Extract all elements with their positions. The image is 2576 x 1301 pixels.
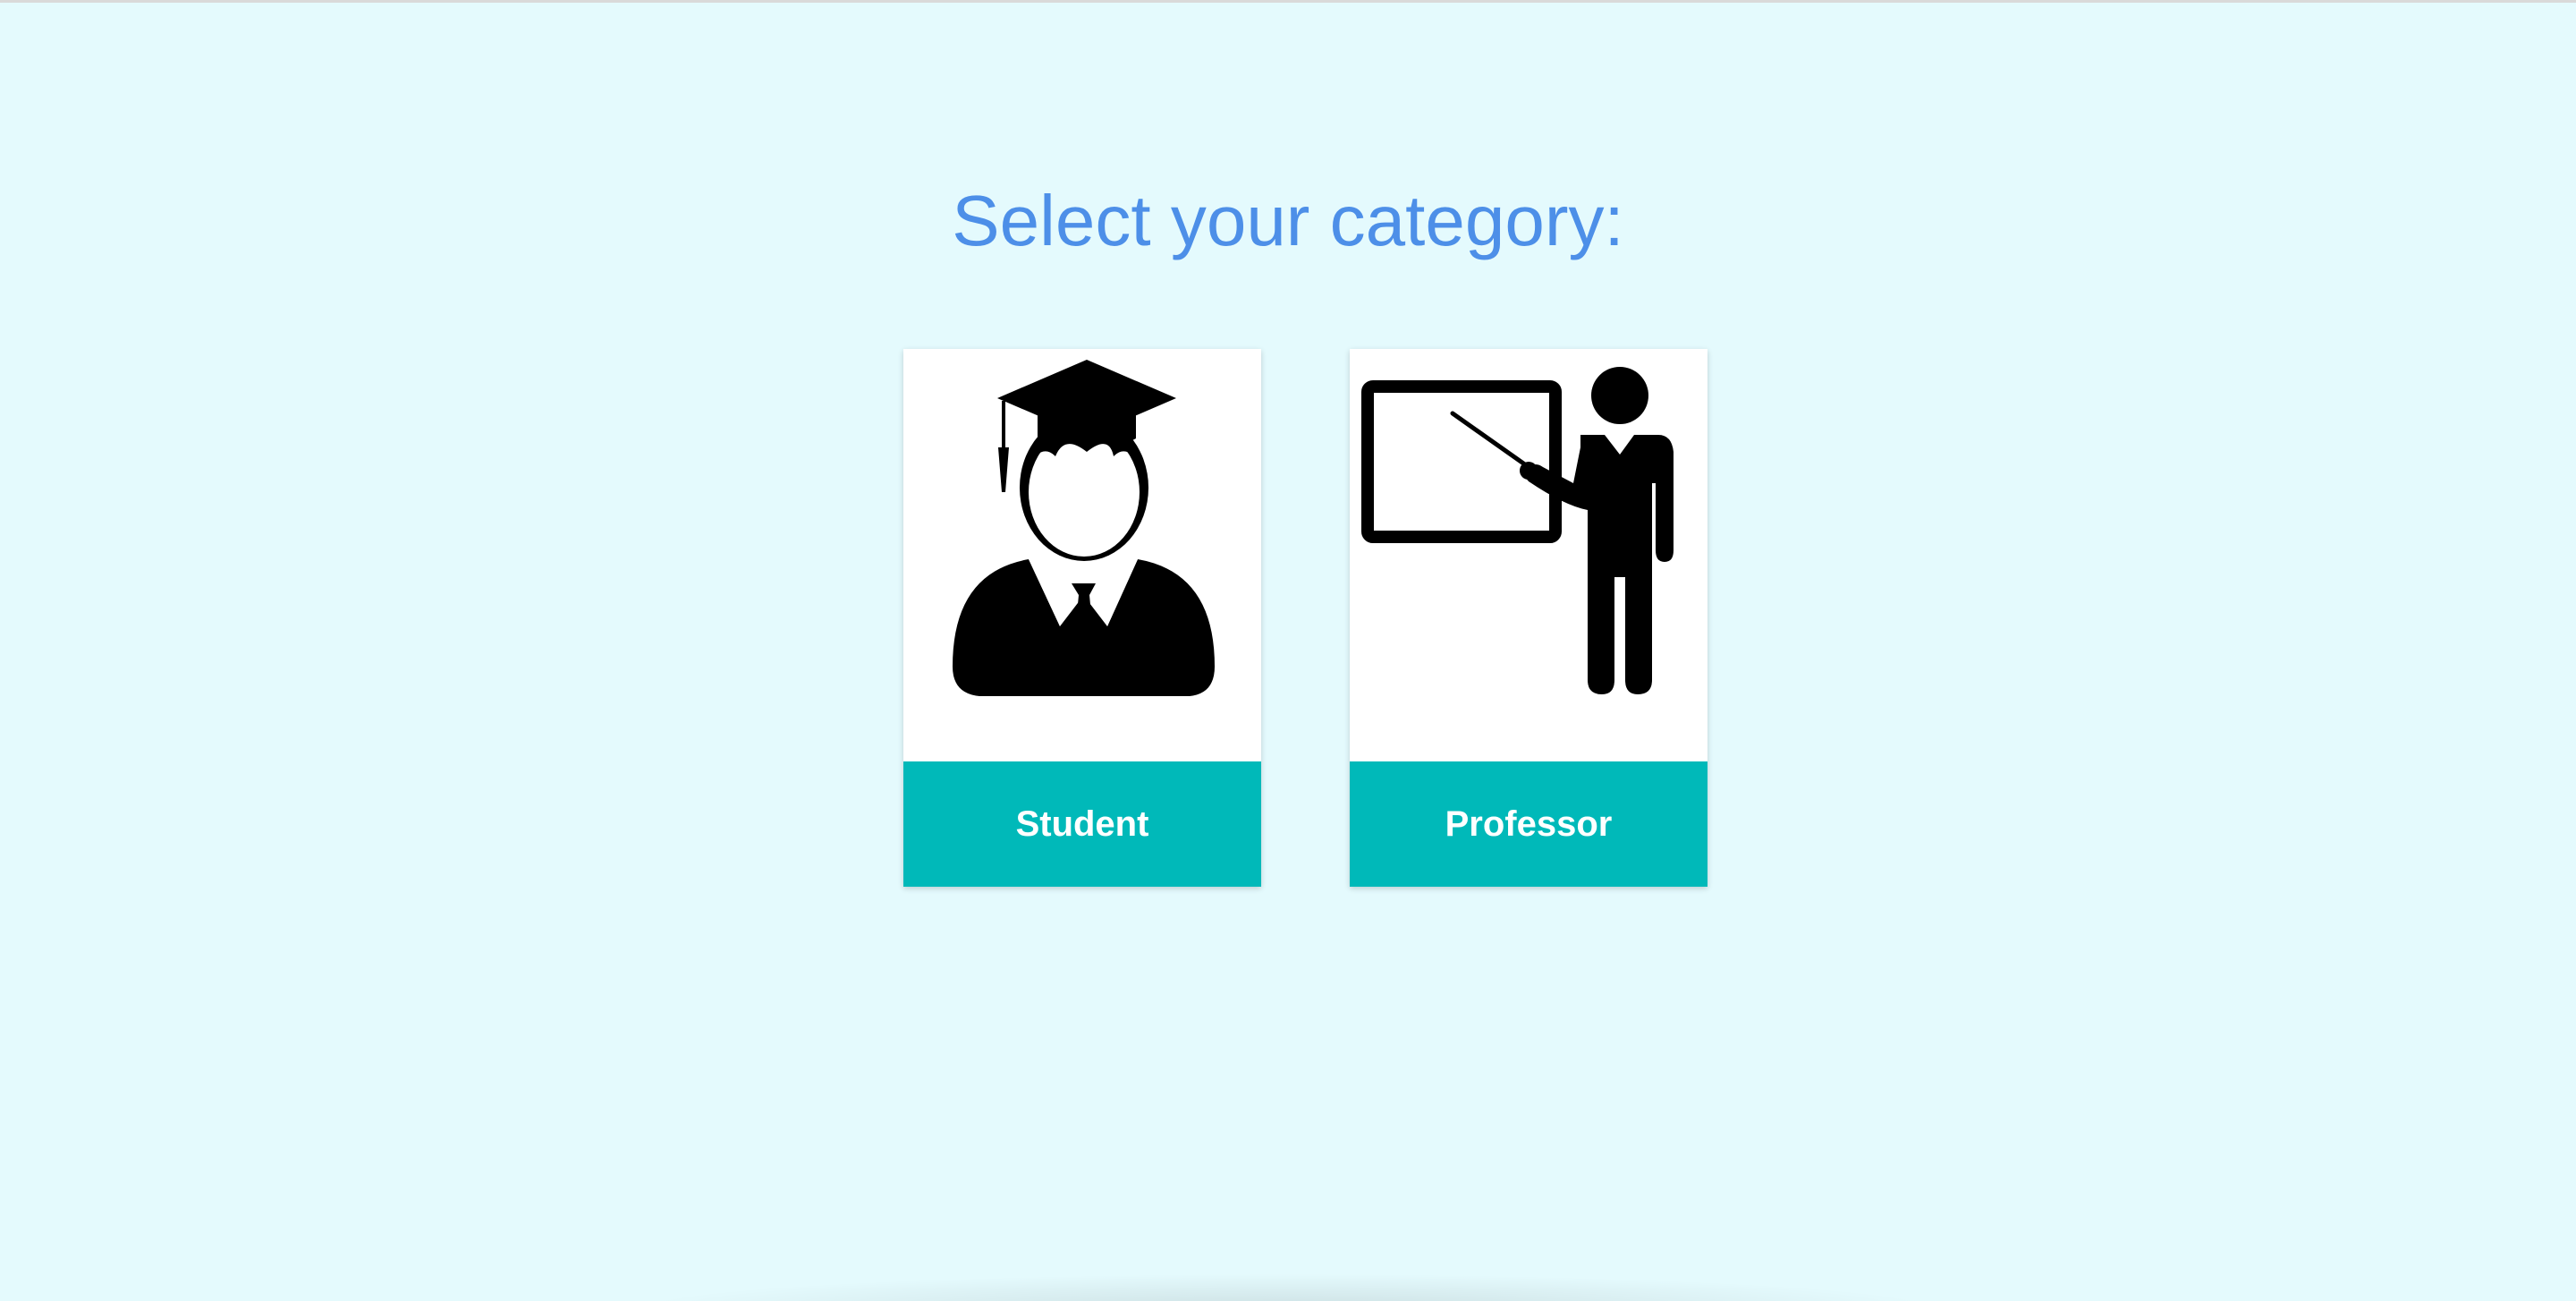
bottom-shadow xyxy=(626,1273,1950,1301)
student-graduate-icon xyxy=(903,349,1261,761)
student-card[interactable]: Student xyxy=(903,349,1261,887)
page-title: Select your category: xyxy=(952,181,1624,260)
professor-card[interactable]: Professor xyxy=(1350,349,1707,887)
professor-teaching-icon xyxy=(1350,349,1707,761)
student-button-label[interactable]: Student xyxy=(903,761,1261,887)
professor-button-label[interactable]: Professor xyxy=(1350,761,1707,887)
